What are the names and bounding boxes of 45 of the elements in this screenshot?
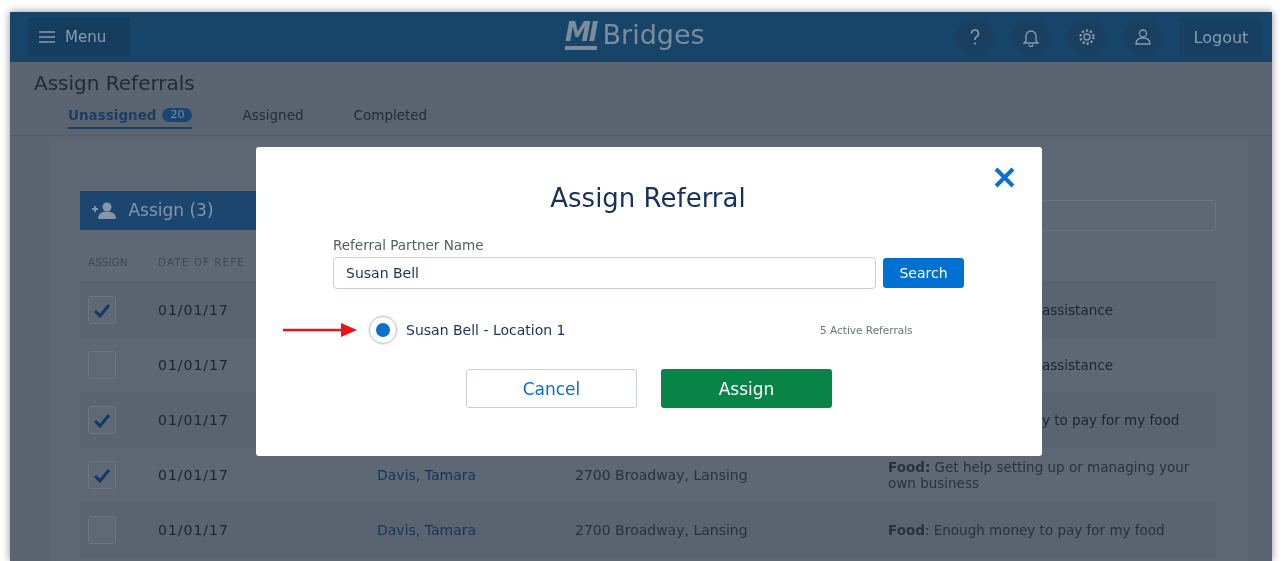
check-icon [93, 302, 111, 318]
field-label: Referral Partner Name [333, 237, 485, 255]
assign-button[interactable]: Assign (3) [80, 190, 256, 230]
add-person-icon [92, 201, 117, 219]
name-link[interactable]: Davis, Tamara [377, 522, 575, 538]
logout-button[interactable]: Logout [1180, 18, 1262, 56]
table-cell: assistance [1042, 302, 1113, 318]
logo-mark: MI [565, 18, 597, 50]
table-cell-text: 01/01/17 [158, 302, 230, 318]
check-icon [93, 467, 111, 483]
table-cell-text: 01/01/17 [158, 522, 230, 538]
table-cell: assistance [1042, 357, 1113, 373]
menu-icon [38, 30, 56, 44]
referral-count: 5 Active Referrals [820, 324, 913, 336]
checkbox[interactable] [88, 296, 116, 324]
search-button[interactable]: Search [883, 258, 964, 288]
bell-icon [1021, 27, 1041, 47]
name-link[interactable]: Davis, Tamara [377, 467, 575, 483]
tab[interactable]: Assigned [242, 105, 304, 129]
settings-button[interactable] [1068, 18, 1106, 56]
menu-button[interactable]: Menu [28, 18, 130, 56]
table-cell-text: 01/01/17 [158, 412, 230, 428]
page-title: Assign Referrals [33, 70, 196, 97]
result-label: Susan Bell - Location 1 [406, 322, 567, 338]
help-button[interactable] [956, 18, 994, 56]
tab[interactable]: Unassigned 20 [68, 105, 193, 129]
user-button[interactable] [1124, 18, 1162, 56]
table-cell-text: 01/01/17 [158, 467, 230, 483]
user-icon [1133, 27, 1153, 47]
bell-button[interactable] [1012, 18, 1050, 56]
checkbox[interactable] [88, 461, 116, 489]
count-badge: 20 [162, 107, 193, 122]
table-cell: y to pay for my food [1042, 412, 1180, 428]
table-cell-text: 01/01/17 [158, 357, 230, 373]
close-button[interactable] [993, 166, 1016, 189]
check-icon [93, 412, 111, 428]
cancel-button[interactable]: Cancel [466, 369, 637, 408]
tab[interactable]: Completed [353, 105, 428, 129]
dialog-title: Assign Referral [549, 183, 747, 215]
assign-button[interactable]: Assign [661, 369, 832, 408]
logo-name: Bridges [602, 18, 705, 50]
close-icon [993, 166, 1016, 189]
name-field[interactable]: Susan Bell [333, 257, 876, 289]
checkbox[interactable] [88, 406, 116, 434]
settings-icon [1077, 27, 1097, 47]
